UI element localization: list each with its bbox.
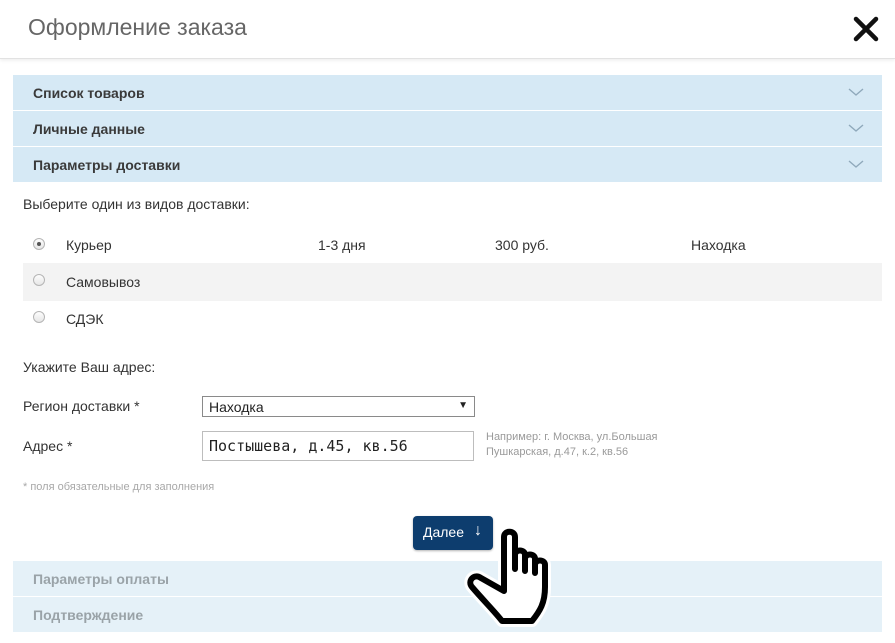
address-label: Адрес * — [23, 438, 73, 454]
radio-pickup[interactable] — [33, 274, 45, 286]
section-confirmation[interactable]: Подтверждение — [13, 597, 882, 632]
chevron-down-icon — [848, 160, 864, 168]
section-label: Параметры доставки — [33, 157, 181, 173]
required-fields-note: * поля обязательные для заполнения — [23, 481, 215, 493]
delivery-prompt: Выберите один из видов доставки: — [23, 196, 250, 212]
radio-courier[interactable] — [33, 238, 45, 250]
section-delivery-params[interactable]: Параметры доставки — [13, 147, 882, 182]
chevron-down-icon — [848, 124, 864, 132]
option-pickup-row — [23, 263, 882, 301]
radio-cdek[interactable] — [33, 311, 45, 323]
chevron-down-icon — [848, 88, 864, 96]
option-pickup-label[interactable]: Самовывоз — [66, 274, 140, 290]
region-label: Регион доставки * — [23, 398, 140, 414]
region-select-value: Находка — [209, 399, 264, 415]
hand-pointer-cursor-icon — [464, 525, 551, 627]
section-label: Список товаров — [33, 85, 145, 101]
option-courier-price: 300 руб. — [495, 237, 549, 253]
next-button-label: Далее — [423, 524, 465, 540]
address-hint-line: Например: г. Москва, ул.Большая — [486, 431, 658, 443]
address-hint: Например: г. Москва, ул.Большая Пушкарск… — [486, 430, 658, 460]
option-courier-duration: 1-3 дня — [318, 237, 366, 253]
section-label: Личные данные — [33, 121, 145, 137]
address-prompt: Укажите Ваш адрес: — [23, 359, 156, 375]
option-courier-label[interactable]: Курьер — [66, 237, 112, 253]
section-label: Подтверждение — [33, 607, 144, 623]
address-hint-line: Пушкарская, д.47, к.2, кв.56 — [486, 446, 629, 458]
close-icon[interactable] — [851, 14, 881, 44]
modal-title: Оформление заказа — [28, 14, 247, 40]
section-product-list[interactable]: Список товаров — [13, 75, 882, 110]
option-cdek-label[interactable]: СДЭК — [66, 311, 104, 327]
dropdown-arrow-icon: ▼ — [458, 400, 468, 411]
radio-selected-dot — [37, 242, 41, 246]
modal-header: Оформление заказа — [0, 0, 895, 59]
option-courier-city: Находка — [691, 237, 746, 253]
section-payment-params[interactable]: Параметры оплаты — [13, 561, 882, 596]
region-select[interactable]: Находка ▼ — [202, 396, 475, 417]
address-input[interactable] — [202, 431, 474, 461]
section-personal-data[interactable]: Личные данные — [13, 111, 882, 146]
section-label: Параметры оплаты — [33, 571, 169, 587]
